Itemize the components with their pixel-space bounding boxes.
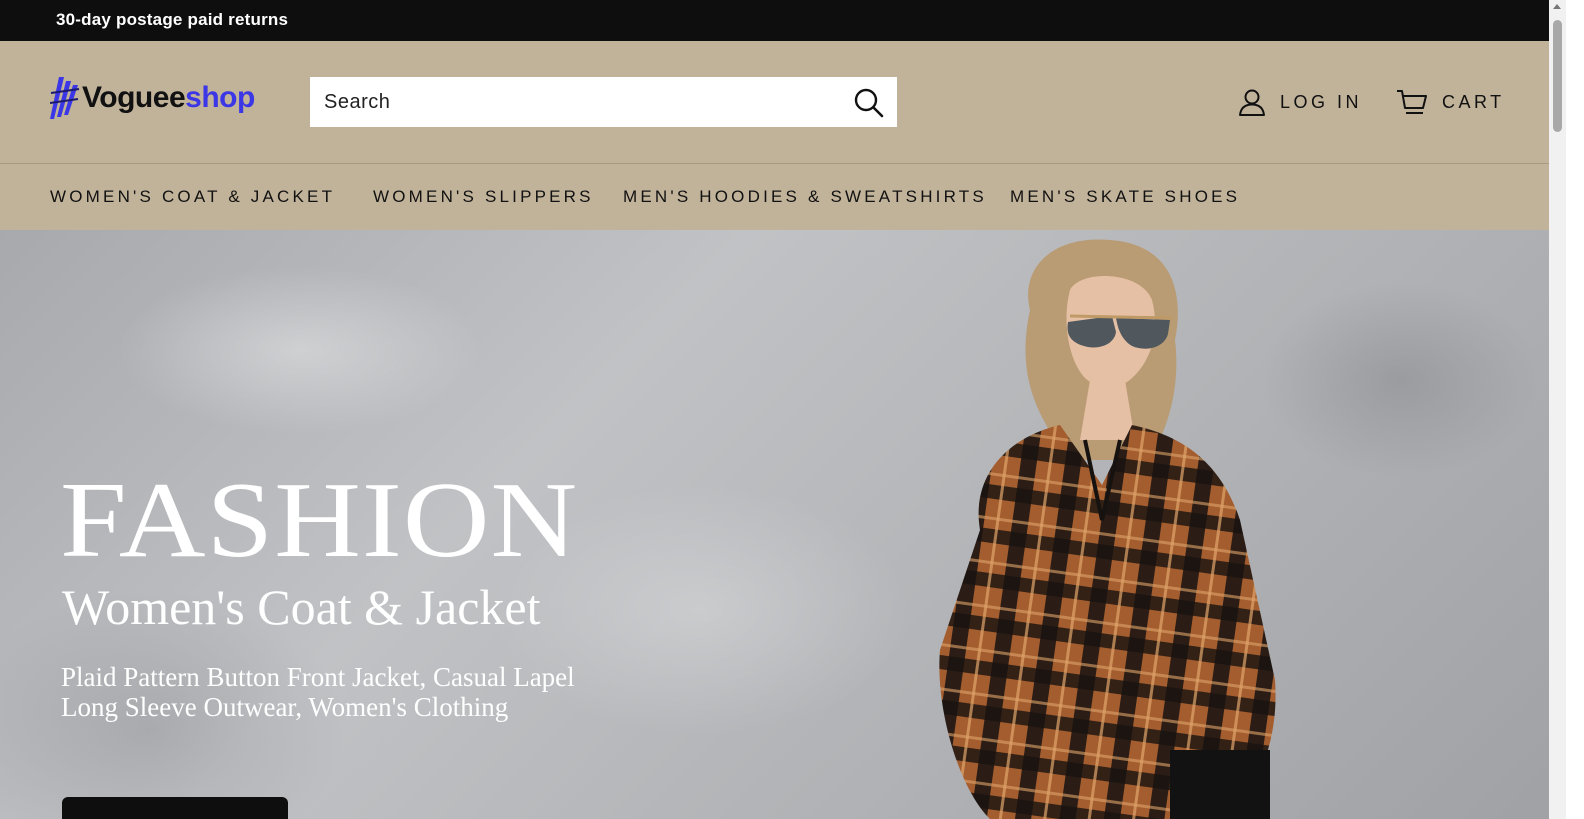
cart-label: CART [1442, 91, 1505, 112]
logo-text: Vogueeshop [82, 81, 255, 115]
scroll-up-arrow-icon[interactable] [1553, 4, 1561, 9]
hero-banner[interactable]: FASHION Women's Coat & Jacket Plaid Patt… [0, 230, 1566, 819]
user-icon [1239, 89, 1265, 116]
hero-description: Plaid Pattern Button Front Jacket, Casua… [61, 662, 681, 722]
nav-item-womens-slippers[interactable]: WOMEN'S SLIPPERS [373, 187, 594, 207]
page: 30-day postage paid returns Vogueeshop S… [0, 0, 1566, 819]
search-box [310, 77, 897, 127]
site-header: Vogueeshop LOG IN CART [0, 41, 1566, 164]
main-nav: WOMEN'S COAT & JACKET WOMEN'S SLIPPERS M… [0, 164, 1566, 230]
login-link[interactable]: LOG IN [1238, 85, 1362, 119]
logo[interactable]: Vogueeshop [50, 75, 255, 121]
announcement-bar: 30-day postage paid returns [0, 0, 1566, 41]
scrollbar-thumb[interactable] [1553, 20, 1562, 132]
hero-subtitle: Women's Coat & Jacket [62, 579, 541, 635]
hero-description-line1: Plaid Pattern Button Front Jacket, Casua… [61, 662, 575, 692]
search-input[interactable] [324, 77, 844, 127]
hero-cta-button[interactable] [62, 797, 288, 819]
login-label: LOG IN [1280, 91, 1363, 112]
hero-model-image [939, 239, 1276, 819]
cart-link[interactable]: CART [1396, 85, 1505, 119]
search-button[interactable] [852, 86, 886, 120]
logo-text-part2: shop [185, 81, 255, 114]
announcement-text: 30-day postage paid returns [56, 10, 289, 29]
logo-mark-icon [50, 77, 80, 119]
nav-item-mens-hoodies-sweatshirts[interactable]: MEN'S HOODIES & SWEATSHIRTS [623, 187, 987, 207]
hero-description-line2: Long Sleeve Outwear, Women's Clothing [61, 692, 509, 722]
nav-item-womens-coat-jacket[interactable]: WOMEN'S COAT & JACKET [50, 187, 335, 207]
nav-item-mens-skate-shoes[interactable]: MEN'S SKATE SHOES [1010, 187, 1240, 207]
logo-text-part1: Voguee [82, 81, 186, 114]
page-scrollbar[interactable] [1549, 0, 1566, 819]
cart-icon [1397, 90, 1427, 114]
hero-title: FASHION [60, 459, 579, 580]
search-icon [854, 88, 884, 118]
